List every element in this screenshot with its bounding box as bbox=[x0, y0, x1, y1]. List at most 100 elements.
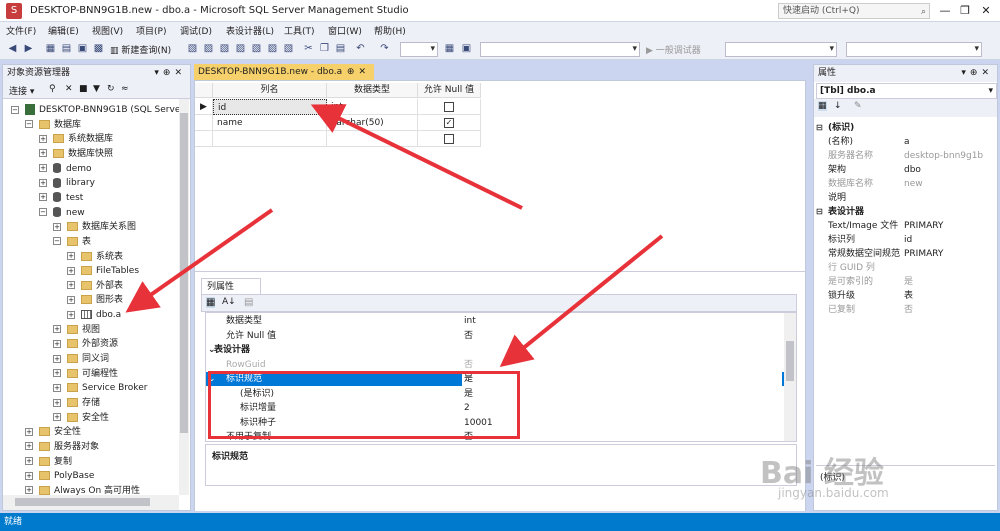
collapse-icon[interactable]: − bbox=[53, 237, 61, 246]
menu-item[interactable]: 帮助(H) bbox=[374, 24, 406, 37]
expand-icon[interactable]: + bbox=[39, 134, 47, 143]
stop-icon[interactable]: ■ bbox=[79, 84, 88, 94]
sort-alpha-icon[interactable]: ↓ bbox=[834, 101, 842, 111]
collapse-icon[interactable]: − bbox=[39, 208, 47, 217]
tree-node[interactable]: + 安全性 bbox=[53, 411, 109, 425]
new-project-icon[interactable]: ▦ bbox=[44, 42, 57, 55]
tree-node[interactable]: − 表 bbox=[53, 235, 91, 249]
copy-icon[interactable]: ❐ bbox=[318, 42, 331, 55]
expand-icon[interactable]: + bbox=[67, 281, 75, 290]
properties-row[interactable]: 已复制 否 bbox=[814, 303, 997, 317]
tree-node[interactable]: + 可编程性 bbox=[53, 367, 118, 381]
menu-item[interactable]: 视图(V) bbox=[92, 24, 123, 37]
properties-row[interactable]: 数据库名称 new bbox=[814, 177, 997, 191]
forward-icon[interactable]: ▶ bbox=[22, 42, 35, 55]
document-tab[interactable]: DESKTOP-BNN9G1B.new - dbo.a ⊕✕ bbox=[194, 64, 374, 80]
quick-launch-input[interactable]: 快速启动 (Ctrl+Q) ⌕ bbox=[778, 3, 930, 19]
open-file-icon[interactable]: ▤ bbox=[60, 42, 73, 55]
connect-button[interactable]: 连接 ▾ bbox=[9, 84, 34, 97]
properties-row[interactable]: Text/Image 文件 PRIMARY bbox=[814, 219, 997, 233]
expand-icon[interactable]: + bbox=[67, 310, 75, 319]
tree-node[interactable]: + 服务器对象 bbox=[25, 440, 99, 454]
panel-pin-controls[interactable]: ▾⊕✕ bbox=[154, 65, 186, 82]
query-icon-6[interactable]: ▨ bbox=[266, 42, 279, 55]
data-type-cell[interactable]: int bbox=[327, 99, 418, 115]
toolbar-combo-1[interactable]: ▾ bbox=[400, 42, 438, 57]
activity-icon[interactable]: ≈ bbox=[121, 84, 129, 94]
row-selector[interactable] bbox=[195, 115, 213, 131]
expand-icon[interactable]: + bbox=[39, 149, 47, 158]
properties-row[interactable]: 锁升级 表 bbox=[814, 289, 997, 303]
close-tab-icon[interactable]: ✕ bbox=[358, 67, 370, 77]
data-type-cell[interactable]: varchar(50) bbox=[327, 115, 418, 131]
tree-node[interactable]: + library bbox=[39, 176, 95, 190]
menu-item[interactable]: 调试(D) bbox=[180, 24, 212, 37]
menu-item[interactable]: 文件(F) bbox=[6, 24, 36, 37]
expand-icon[interactable]: + bbox=[25, 457, 33, 466]
tree-node[interactable]: + 系统数据库 bbox=[39, 132, 113, 146]
expand-icon[interactable]: + bbox=[25, 427, 33, 436]
property-row[interactable]: 数据类型 int bbox=[206, 314, 784, 328]
query-icon-7[interactable]: ▧ bbox=[282, 42, 295, 55]
expand-icon[interactable]: + bbox=[53, 222, 61, 231]
properties-row[interactable]: 是可索引的 是 bbox=[814, 275, 997, 289]
expand-icon[interactable]: + bbox=[25, 486, 33, 495]
undo-icon[interactable]: ↶ bbox=[354, 42, 367, 55]
cut-icon[interactable]: ✂ bbox=[302, 42, 315, 55]
properties-scrollbar[interactable] bbox=[784, 313, 796, 441]
tree-node[interactable]: + FileTables bbox=[67, 264, 139, 278]
allow-null-checkbox[interactable] bbox=[444, 102, 454, 112]
tree-node[interactable]: + 存储 bbox=[53, 396, 100, 410]
expand-icon[interactable]: + bbox=[53, 413, 61, 422]
menu-item[interactable]: 项目(P) bbox=[136, 24, 166, 37]
properties-row[interactable]: 常规数据空间规范 PRIMARY bbox=[814, 247, 997, 261]
scroll-thumb[interactable] bbox=[786, 341, 794, 381]
allow-null-checkbox[interactable] bbox=[444, 134, 454, 144]
menu-item[interactable]: 窗口(W) bbox=[328, 24, 362, 37]
restore-button[interactable]: ❐ bbox=[956, 3, 974, 19]
expand-icon[interactable]: + bbox=[67, 266, 75, 275]
property-row[interactable]: RowGuid 否 bbox=[206, 358, 784, 372]
column-name-cell[interactable] bbox=[213, 131, 327, 147]
wrench-icon[interactable]: ✎ bbox=[854, 101, 862, 111]
properties-row[interactable]: 标识列 id bbox=[814, 233, 997, 247]
menu-item[interactable]: 编辑(E) bbox=[48, 24, 79, 37]
properties-row[interactable]: 说明 bbox=[814, 191, 997, 205]
collapse-icon[interactable]: ⊟ bbox=[816, 205, 823, 219]
tree-node[interactable]: + 数据库关系图 bbox=[53, 220, 136, 234]
expand-icon[interactable]: + bbox=[53, 383, 61, 392]
object-selector[interactable]: [Tbl] dbo.a ▾ bbox=[816, 83, 997, 99]
collapse-icon[interactable]: − bbox=[25, 120, 33, 129]
expand-icon[interactable]: + bbox=[67, 295, 75, 304]
scroll-thumb[interactable] bbox=[15, 498, 150, 506]
expand-icon[interactable]: + bbox=[39, 178, 47, 187]
toolbar-combo-2[interactable]: ▾ bbox=[480, 42, 640, 57]
sort-alpha-icon[interactable]: A↓ bbox=[222, 297, 236, 307]
expand-icon[interactable]: + bbox=[53, 339, 61, 348]
categorized-icon[interactable]: ▦ bbox=[818, 101, 827, 111]
tree-node[interactable]: + dbo.a bbox=[67, 308, 121, 322]
tab-controls[interactable]: ⊕✕ bbox=[347, 64, 370, 80]
refresh-icon[interactable]: ↻ bbox=[107, 84, 115, 94]
tree-node[interactable]: + demo bbox=[39, 162, 92, 176]
back-icon[interactable]: ◀ bbox=[6, 42, 19, 55]
tree-node[interactable]: + 视图 bbox=[53, 323, 100, 337]
properties-row[interactable]: (名称) a bbox=[814, 135, 997, 149]
expand-icon[interactable]: + bbox=[39, 193, 47, 202]
properties-row[interactable]: 架构 dbo bbox=[814, 163, 997, 177]
tree-node[interactable]: + 外部资源 bbox=[53, 337, 118, 351]
properties-row[interactable]: 行 GUID 列 bbox=[814, 261, 997, 275]
close-button[interactable]: ✕ bbox=[977, 3, 995, 19]
expand-icon[interactable]: + bbox=[53, 325, 61, 334]
collapse-icon[interactable]: − bbox=[11, 105, 19, 114]
pin-icon[interactable]: ⊕ bbox=[347, 67, 359, 77]
toolbar-combo-3[interactable]: ▾ bbox=[725, 42, 837, 57]
menu-item[interactable]: 表设计器(L) bbox=[226, 24, 274, 37]
save-all-icon[interactable]: ▩ bbox=[92, 42, 105, 55]
row-selector[interactable]: ▶ bbox=[195, 99, 213, 115]
tree-node[interactable]: + 外部表 bbox=[67, 279, 123, 293]
tree-node[interactable]: + 系统表 bbox=[67, 250, 123, 264]
column-name-cell[interactable]: name bbox=[213, 115, 327, 131]
toolbar-combo-4[interactable]: ▾ bbox=[846, 42, 982, 57]
tree-node[interactable]: + test bbox=[39, 191, 83, 205]
